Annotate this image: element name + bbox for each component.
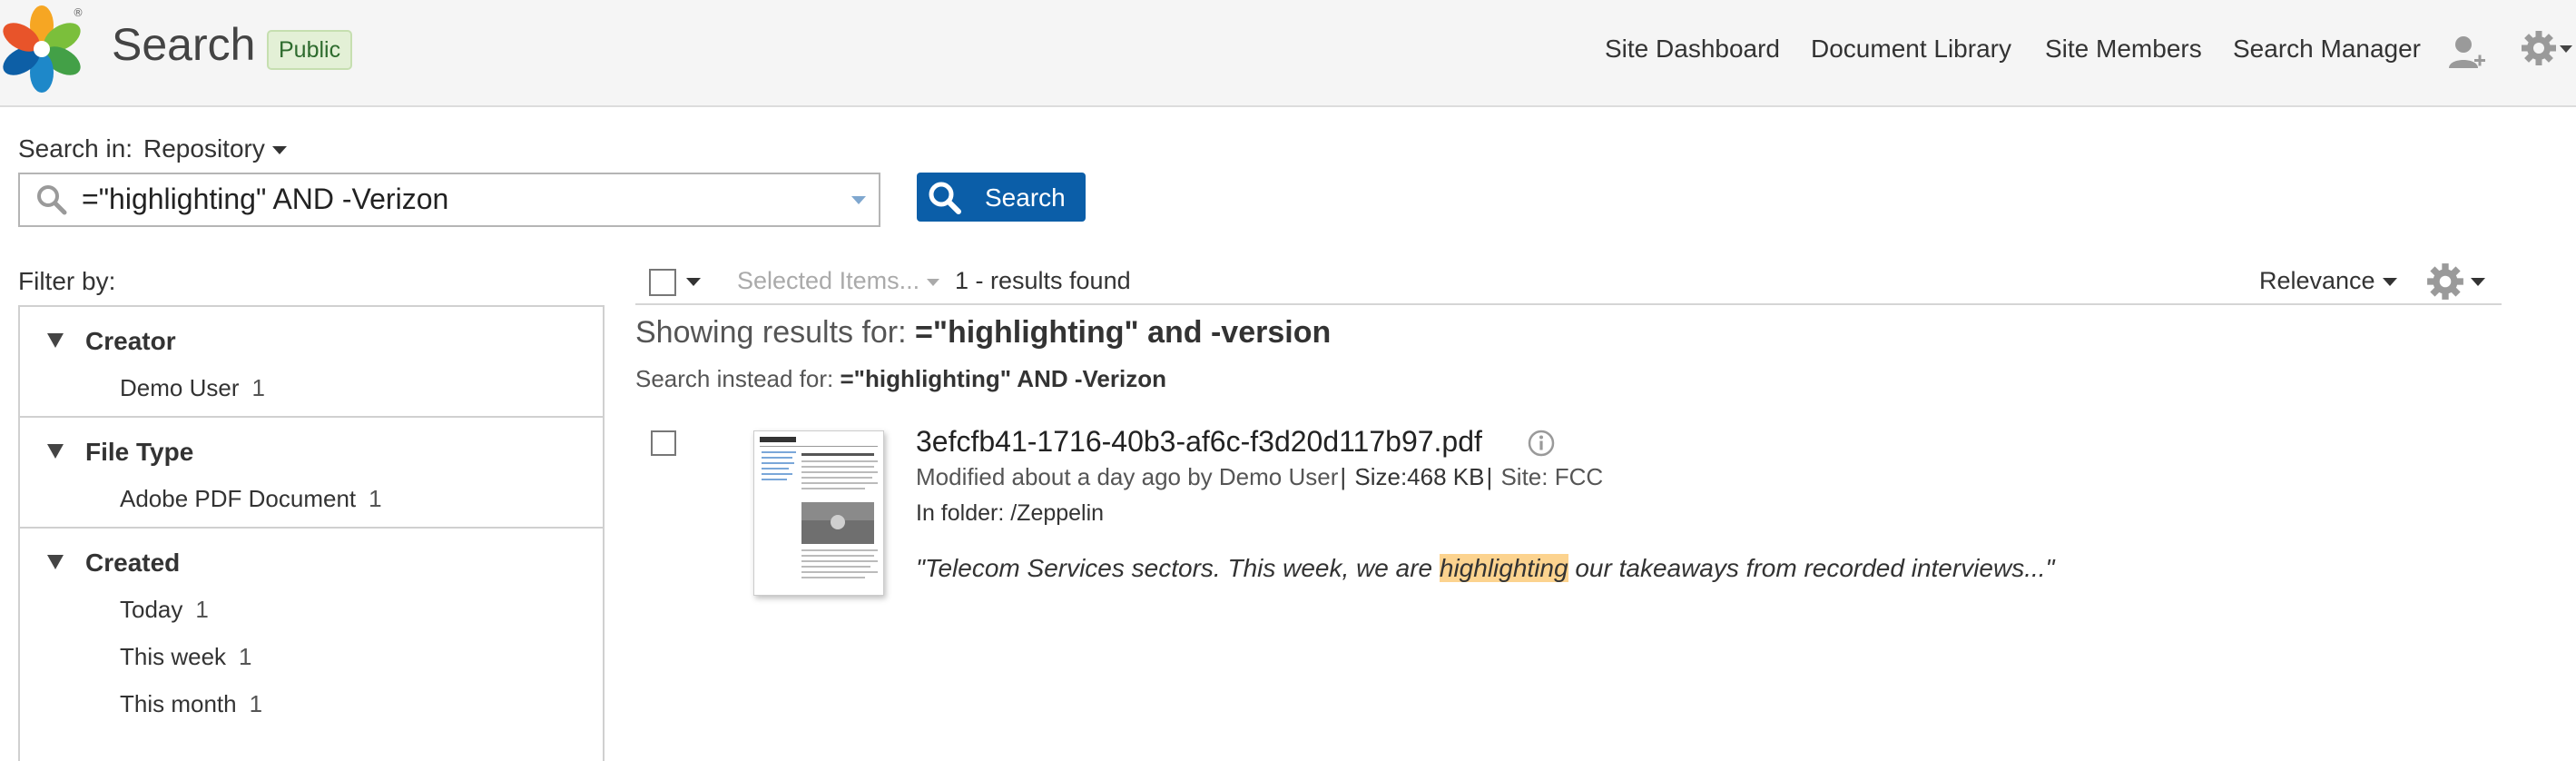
nav-site-dashboard[interactable]: Site Dashboard — [1605, 35, 1780, 64]
visibility-badge: Public — [267, 30, 353, 70]
search-input[interactable] — [82, 180, 808, 218]
filter-group-title: Created — [85, 549, 181, 577]
filter-by-label: Filter by: — [18, 267, 116, 295]
result-file-name-link[interactable]: 3efcfb41-1716-40b3-af6c-f3d20d117b97.pdf — [916, 425, 1482, 459]
snippet-text-after: our takeaways from recorded interviews..… — [1568, 554, 2055, 582]
search-icon — [36, 184, 67, 220]
search-history-dropdown-icon[interactable] — [851, 196, 866, 204]
search-in-label: Search in: — [18, 134, 133, 163]
alfresco-logo[interactable]: ® — [0, 2, 87, 97]
search-scope-dropdown[interactable]: Repository — [143, 134, 287, 163]
settings-gear-icon[interactable] — [2520, 29, 2558, 72]
filter-panel: Creator Demo User 1 File Type Adobe PDF D… — [18, 305, 605, 761]
filter-option-count: 1 — [369, 485, 382, 512]
filter-option-label: Demo User — [120, 374, 240, 401]
snippet-highlight: highlighting — [1439, 554, 1568, 582]
search-button-label: Search — [985, 183, 1066, 212]
result-size: Size:468 KB — [1354, 463, 1485, 490]
app-header: ® Search Public Site Dashboard Document … — [0, 0, 2576, 107]
filter-group-created[interactable]: Created — [47, 549, 180, 578]
chevron-down-icon — [2382, 278, 2397, 287]
collapse-triangle-icon — [47, 443, 64, 459]
filter-option-label: Adobe PDF Document — [120, 485, 357, 512]
sort-dropdown[interactable]: Relevance — [2259, 267, 2397, 295]
logo-registered-mark: ® — [73, 6, 84, 19]
selected-items-dropdown[interactable]: Selected Items... — [737, 267, 940, 295]
collapse-triangle-icon — [47, 332, 64, 348]
meta-separator: | — [1340, 463, 1347, 490]
filter-option-count: 1 — [195, 596, 209, 623]
divider — [20, 416, 603, 418]
result-select-checkbox[interactable] — [651, 430, 676, 456]
collapse-triangle-icon — [47, 554, 64, 569]
result-metadata: Modified about a day ago by Demo User| S… — [916, 463, 1603, 491]
original-query-link[interactable]: ="highlighting" AND -Verizon — [840, 365, 1166, 392]
filter-option-label: Today — [120, 596, 183, 623]
select-all-checkbox[interactable] — [649, 269, 676, 296]
search-scope-value: Repository — [143, 134, 265, 163]
result-site-link[interactable]: Site: FCC — [1500, 463, 1603, 490]
instead-prefix: Search instead for: — [635, 365, 834, 392]
invite-user-icon[interactable] — [2447, 32, 2487, 76]
filter-option-this-month[interactable]: This month 1 — [120, 690, 262, 718]
page-title: Search — [112, 19, 256, 70]
divider — [635, 303, 2502, 305]
filter-option-label: This week — [120, 643, 227, 670]
filter-option-count: 1 — [251, 374, 265, 401]
snippet-text-before: "Telecom Services sectors. This week, we… — [916, 554, 1440, 582]
selected-items-label: Selected Items... — [737, 267, 920, 294]
filter-group-title: Creator — [85, 327, 176, 355]
result-modified: Modified about a day ago by Demo User — [916, 463, 1339, 490]
result-snippet: "Telecom Services sectors. This week, we… — [916, 554, 2055, 583]
chevron-down-icon — [927, 278, 940, 286]
nav-document-library[interactable]: Document Library — [1811, 35, 2011, 64]
search-field[interactable] — [18, 173, 880, 227]
filter-option-count: 1 — [249, 690, 263, 717]
meta-separator: | — [1486, 463, 1493, 490]
document-thumbnail[interactable] — [753, 430, 884, 596]
filter-option-today[interactable]: Today 1 — [120, 596, 209, 624]
select-menu-chevron-icon[interactable] — [686, 278, 701, 286]
corrected-query: ="highlighting" and -version — [915, 315, 1332, 350]
filter-option-pdf[interactable]: Adobe PDF Document 1 — [120, 485, 382, 513]
filter-group-title: File Type — [85, 438, 194, 466]
sort-value: Relevance — [2259, 267, 2375, 294]
filter-option-count: 1 — [239, 643, 252, 670]
chevron-down-icon[interactable] — [2471, 278, 2485, 286]
search-instead-for: Search instead for: ="highlighting" AND … — [635, 365, 1166, 393]
search-button[interactable]: Search — [917, 173, 1086, 222]
filter-option-this-week[interactable]: This week 1 — [120, 643, 252, 671]
result-folder-link[interactable]: In folder: /Zeppelin — [916, 500, 1104, 527]
results-count: 1 - results found — [955, 267, 1131, 294]
filter-option-demo-user[interactable]: Demo User 1 — [120, 374, 265, 402]
info-icon[interactable] — [1527, 429, 1556, 462]
showing-prefix: Showing results for: — [635, 315, 907, 350]
filter-group-file-type[interactable]: File Type — [47, 438, 193, 467]
nav-site-members[interactable]: Site Members — [2045, 35, 2202, 64]
view-options-gear-icon[interactable] — [2425, 262, 2465, 306]
divider — [20, 527, 603, 529]
chevron-down-icon — [271, 146, 287, 155]
search-icon — [928, 181, 962, 220]
filter-group-creator[interactable]: Creator — [47, 327, 176, 356]
chevron-down-icon[interactable] — [2560, 45, 2572, 53]
nav-search-manager[interactable]: Search Manager — [2233, 35, 2421, 64]
showing-results-for: Showing results for: ="highlighting" and… — [635, 315, 1331, 351]
filter-option-label: This month — [120, 690, 237, 717]
